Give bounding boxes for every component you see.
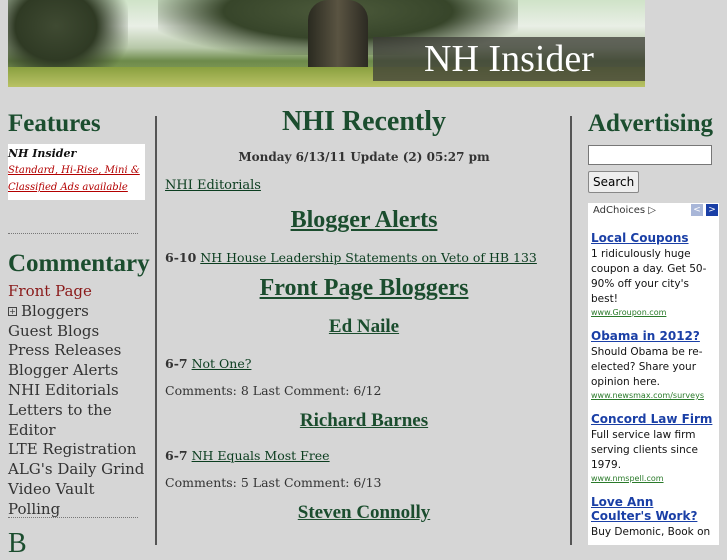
post-date: 6-7 xyxy=(165,448,188,463)
divider xyxy=(8,233,138,234)
alert-post-link[interactable]: NH House Leadership Statements on Veto o… xyxy=(200,250,537,265)
chevron-right-icon[interactable]: > xyxy=(706,204,718,216)
menu-item-bloggers[interactable]: + Bloggers xyxy=(8,302,148,322)
post-link[interactable]: Not One? xyxy=(192,356,252,371)
search-button[interactable]: Search xyxy=(588,171,640,193)
advertising-heading: Advertising xyxy=(588,110,713,137)
ad-url[interactable]: www.newsmax.com/surveys xyxy=(591,391,715,400)
ad-item[interactable]: Local Coupons 1 ridiculously huge coupon… xyxy=(588,231,719,317)
commentary-menu: Front Page + Bloggers Guest Blogs Press R… xyxy=(8,282,148,520)
ad-item[interactable]: Love Ann Coulter's Work? Buy Demonic, Bo… xyxy=(588,495,719,540)
search-input[interactable] xyxy=(588,145,712,165)
chevron-left-icon[interactable]: < xyxy=(691,204,703,216)
page-title: NHI Recently xyxy=(281,106,447,137)
alert-entry: 6-10 NH House Leadership Statements on V… xyxy=(165,250,563,265)
adchoices-bar: AdChoices ▷ < > xyxy=(588,203,719,219)
blogger-name-ed-naile[interactable]: Ed Naile xyxy=(165,316,563,338)
menu-item-guest-blogs[interactable]: Guest Blogs xyxy=(8,322,148,342)
ad-panel: AdChoices ▷ < > Local Coupons 1 ridiculo… xyxy=(588,203,719,545)
ad-text: Full service law firm serving clients si… xyxy=(591,429,698,471)
blogger-name-richard-barnes[interactable]: Richard Barnes xyxy=(165,410,563,432)
ad-url[interactable]: www.nmspell.com xyxy=(591,474,715,483)
adchoices-label[interactable]: AdChoices xyxy=(593,205,645,216)
ad-title[interactable]: Love Ann Coulter's Work? xyxy=(591,495,715,523)
nhi-editorials-link[interactable]: NHI Editorials xyxy=(165,178,261,193)
features-box: NH Insider Standard, Hi-Rise, Mini & Cla… xyxy=(8,144,145,200)
menu-item-letters-to-editor[interactable]: Letters to the Editor xyxy=(8,401,148,441)
ad-text: Buy Demonic, Book on xyxy=(591,526,711,538)
ad-url[interactable]: www.Groupon.com xyxy=(591,308,715,317)
comments-info: Comments: 5 Last Comment: 6/13 xyxy=(165,475,382,490)
menu-item-label: Bloggers xyxy=(21,301,89,320)
menu-item-press-releases[interactable]: Press Releases xyxy=(8,341,148,361)
update-timestamp: Monday 6/13/11 Update (2) 05:27 pm xyxy=(238,150,490,164)
menu-item-blogger-alerts[interactable]: Blogger Alerts xyxy=(8,361,148,381)
features-box-title: NH Insider xyxy=(8,147,77,160)
divider xyxy=(8,517,138,518)
blogger-alerts-heading[interactable]: Blogger Alerts xyxy=(165,207,563,234)
adchoices-icon[interactable]: ▷ xyxy=(648,205,656,216)
expand-plus-icon[interactable]: + xyxy=(8,307,17,317)
menu-item-front-page[interactable]: Front Page xyxy=(8,282,148,302)
ad-text: Should Obama be re-elected? Share your o… xyxy=(591,346,703,388)
alert-date: 6-10 xyxy=(165,250,197,265)
left-sidebar: Features NH Insider Standard, Hi-Rise, M… xyxy=(8,110,150,520)
column-divider-left xyxy=(155,116,157,545)
menu-item-algs-daily-grind[interactable]: ALG's Daily Grind xyxy=(8,460,148,480)
right-sidebar: Advertising Search xyxy=(588,110,718,193)
ad-item[interactable]: Concord Law Firm Full service law firm s… xyxy=(588,412,719,483)
main-content: NHI Recently Monday 6/13/11 Update (2) 0… xyxy=(165,106,563,524)
ad-title[interactable]: Concord Law Firm xyxy=(591,412,715,426)
next-section-heading: B xyxy=(8,528,27,559)
menu-item-nhi-editorials[interactable]: NHI Editorials xyxy=(8,381,148,401)
ad-text: 1 ridiculously huge coupon a day. Get 50… xyxy=(591,248,707,305)
menu-item-lte-registration[interactable]: LTE Registration xyxy=(8,440,148,460)
ad-title[interactable]: Obama in 2012? xyxy=(591,329,715,343)
commentary-heading: Commentary xyxy=(8,250,150,277)
ad-title[interactable]: Local Coupons xyxy=(591,231,715,245)
comments-info: Comments: 8 Last Comment: 6/12 xyxy=(165,383,382,398)
ad-item[interactable]: Obama in 2012? Should Obama be re-electe… xyxy=(588,329,719,400)
blogger-name-steven-connolly[interactable]: Steven Connolly xyxy=(165,502,563,524)
post-link[interactable]: NH Equals Most Free xyxy=(192,448,330,463)
site-banner[interactable]: NH Insider xyxy=(8,0,645,87)
features-ads-link[interactable]: Standard, Hi-Rise, Mini & Classified Ads… xyxy=(8,165,140,193)
menu-item-video-vault[interactable]: Video Vault xyxy=(8,480,148,500)
features-heading: Features xyxy=(8,110,101,137)
front-page-bloggers-heading[interactable]: Front Page Bloggers xyxy=(165,275,563,302)
banner-title: NH Insider xyxy=(373,37,645,81)
column-divider-right xyxy=(570,116,572,545)
blog-entry: 6-7 NH Equals Most Free xyxy=(165,448,563,463)
post-date: 6-7 xyxy=(165,356,188,371)
blog-entry: 6-7 Not One? xyxy=(165,356,563,371)
